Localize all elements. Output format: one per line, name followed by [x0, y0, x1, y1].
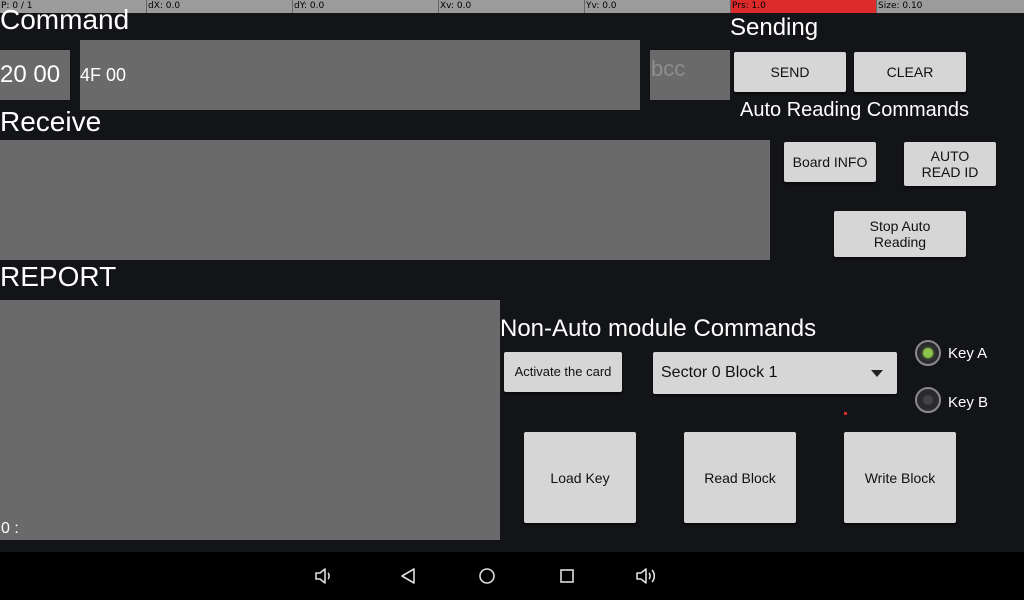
key-b-radio[interactable]: Key B	[914, 386, 1004, 416]
auto-read-id-button[interactable]: AUTO READ ID	[904, 142, 996, 186]
bcc-placeholder: bcc	[651, 56, 686, 81]
auto-reading-title: Auto Reading Commands	[740, 99, 970, 121]
write-block-button[interactable]: Write Block	[844, 432, 956, 523]
sector-block-selected: Sector 0 Block 1	[661, 364, 778, 381]
command-prefix-value: 20 00	[0, 61, 61, 88]
command-prefix-field[interactable]: 20 00	[0, 50, 70, 100]
chevron-down-icon	[871, 370, 883, 377]
pressure: Prs: 1.0	[730, 0, 876, 13]
key-a-radio[interactable]: Key A	[914, 338, 1004, 368]
key-b-label: Key B	[948, 394, 989, 411]
touch-point-marker	[844, 412, 847, 415]
command-input-value: 4F 00	[80, 64, 127, 85]
board-info-button[interactable]: Board INFO	[784, 142, 876, 182]
report-title: REPORT	[0, 261, 117, 292]
volume-up-icon[interactable]	[634, 564, 662, 588]
bcc-field[interactable]: bcc	[650, 50, 730, 100]
activate-card-button[interactable]: Activate the card	[504, 352, 622, 392]
stop-auto-reading-button[interactable]: Stop Auto Reading	[834, 211, 966, 257]
command-input[interactable]: 4F 00	[80, 40, 640, 110]
load-key-button[interactable]: Load Key	[524, 432, 636, 523]
key-a-label: Key A	[948, 345, 988, 362]
send-button[interactable]: SEND	[734, 52, 846, 92]
report-output: 0 :	[0, 300, 500, 540]
non-auto-title: Non-Auto module Commands	[500, 315, 817, 342]
clear-button[interactable]: CLEAR	[854, 52, 966, 92]
read-block-button[interactable]: Read Block	[684, 432, 796, 523]
delta-x: dX: 0.0	[146, 0, 292, 13]
recents-icon[interactable]	[555, 564, 579, 588]
delta-y: dY: 0.0	[292, 0, 438, 13]
navigation-bar	[0, 552, 1024, 600]
touch-size: Size: 0.10	[876, 0, 1024, 13]
receive-title: Receive	[0, 106, 102, 137]
command-title: Command	[0, 4, 130, 35]
report-content: 0 :	[1, 520, 19, 537]
radio-unselected-icon	[915, 387, 941, 413]
home-icon[interactable]	[475, 564, 499, 588]
velocity-x: Xv: 0.0	[438, 0, 584, 13]
pointer-location-bar: P: 0 / 1 dX: 0.0 dY: 0.0 Xv: 0.0 Yv: 0.0…	[0, 0, 1024, 13]
velocity-y: Yv: 0.0	[584, 0, 730, 13]
receive-output	[0, 140, 770, 260]
sending-title: Sending	[730, 14, 819, 41]
back-icon[interactable]	[396, 564, 420, 588]
volume-down-icon[interactable]	[313, 564, 337, 588]
radio-selected-icon	[915, 340, 941, 366]
sector-block-dropdown[interactable]: Sector 0 Block 1	[653, 352, 897, 394]
